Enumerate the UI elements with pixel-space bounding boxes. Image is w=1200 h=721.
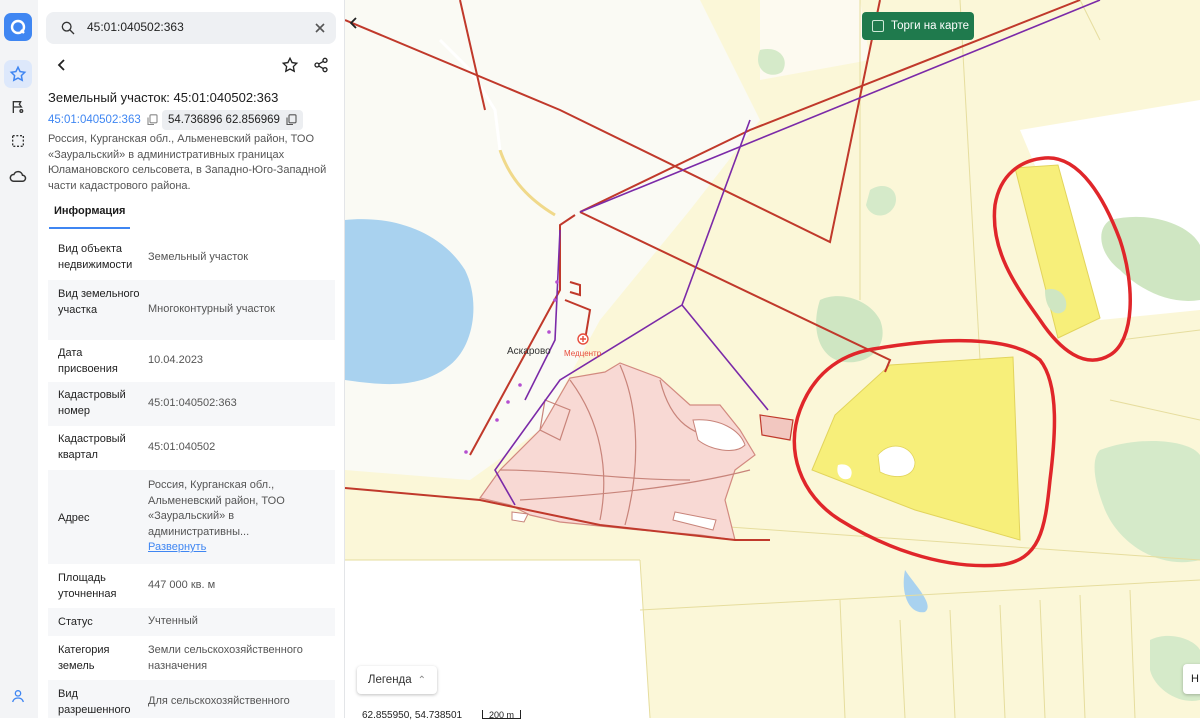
star-icon [281, 56, 299, 73]
collapse-panel-button[interactable] [348, 16, 360, 35]
cadastral-number-link[interactable]: 45:01:040502:363 [48, 110, 158, 130]
flag-icon[interactable] [4, 93, 32, 121]
table-row: Вид разрешенного Для сельскохозяйственно… [48, 680, 335, 718]
row-value: Учтенный [148, 615, 198, 627]
copy-icon[interactable] [147, 114, 158, 126]
town-label: Аскарово [507, 346, 551, 357]
search-icon [60, 20, 76, 41]
cloud-icon[interactable] [4, 162, 32, 190]
search-input[interactable]: 45:01:040502:363 [87, 20, 184, 34]
row-label: Кадастровый номер [58, 389, 126, 417]
table-row: Дата присвоения 10.04.2023 [48, 340, 335, 382]
row-label: Категория земель [58, 644, 110, 672]
map-side-button[interactable]: Н [1183, 664, 1200, 694]
table-row: Площадь уточненная 447 000 кв. м [48, 564, 335, 608]
left-rail [0, 0, 39, 718]
table-row: Категория земель Земли сельскохозяйствен… [48, 636, 335, 680]
page-title: Земельный участок: 45:01:040502:363 [48, 90, 279, 105]
row-value: Для сельскохозяйственного [148, 695, 290, 707]
map-layer[interactable]: Аскарово Медцентр [345, 0, 1200, 718]
chevron-left-icon [349, 17, 357, 29]
chevron-up-icon: ⌃ [417, 674, 427, 686]
map-canvas[interactable]: Аскарово Медцентр [345, 0, 1200, 718]
table-row: Вид земельного участка Многоконтурный уч… [48, 280, 335, 340]
row-value: Земли сельскохозяйственного назначения [148, 644, 303, 672]
checkbox[interactable] [872, 20, 884, 32]
poi-label: Медцентр [564, 349, 602, 358]
favorite-button[interactable] [278, 53, 302, 77]
coordinates-chip[interactable]: 54.736896 62.856969 [162, 110, 303, 130]
row-value: 447 000 кв. м [148, 579, 216, 591]
table-row: Вид объекта недвижимости Земельный участ… [48, 234, 335, 280]
row-value: 10.04.2023 [148, 354, 204, 366]
legend-label[interactable]: Легенда [368, 674, 412, 686]
coordinates-text: 54.736896 62.856969 [168, 114, 280, 126]
row-label: Вид объекта недвижимости [58, 243, 133, 271]
row-label: Вид разрешенного [58, 688, 131, 716]
tab-info[interactable]: Информация [54, 205, 125, 217]
table-row: Статус Учтенный [48, 608, 335, 636]
row-label: Статус [58, 616, 93, 628]
torgi-toggle-button[interactable]: Торги на карте [862, 12, 974, 40]
chevron-left-icon [57, 59, 65, 71]
info-panel: 45:01:040502:363 Земельный участок: 45:0… [38, 0, 345, 718]
active-tab-indicator [49, 227, 130, 229]
table-row: Кадастровый квартал 45:01:040502 [48, 426, 335, 470]
scale-label: 200 m [489, 710, 515, 720]
row-label: Площадь уточненная [58, 572, 117, 600]
row-label: Кадастровый квартал [58, 433, 126, 461]
row-value: Многоконтурный участок [148, 303, 275, 315]
torgi-label[interactable]: Торги на карте [891, 20, 969, 32]
select-area-icon[interactable] [4, 127, 32, 155]
row-value: Земельный участок [148, 251, 249, 263]
table-row: Адрес Россия, Курганская обл., Альменевс… [48, 470, 335, 564]
row-label: Дата присвоения [58, 347, 118, 375]
star-icon[interactable] [4, 60, 32, 88]
legend-button[interactable]: Легенда ⌃ [357, 666, 437, 694]
close-icon[interactable] [314, 21, 326, 39]
table-row: Кадастровый номер 45:01:040502:363 [48, 382, 335, 426]
row-label: Вид земельного участка [58, 288, 140, 316]
coordinates-readout: 62.855950, 54.738501 [362, 710, 463, 721]
row-label: Адрес [58, 512, 90, 524]
row-value: 45:01:040502 [148, 441, 216, 453]
user-icon[interactable] [4, 682, 32, 710]
row-value: Россия, Курганская обл., Альменевский ра… [148, 478, 332, 556]
share-icon [314, 57, 328, 73]
row-value: 45:01:040502:363 [148, 397, 237, 409]
address-value: Россия, Курганская обл., Альменевский ра… [148, 479, 285, 538]
expand-link[interactable]: Развернуть [148, 541, 206, 553]
app-logo-icon[interactable] [4, 13, 32, 41]
map-side-button-label[interactable]: Н [1191, 673, 1199, 685]
share-button[interactable] [309, 53, 333, 77]
field-area [345, 560, 650, 718]
copy-icon[interactable] [286, 114, 297, 126]
cadastral-number-text[interactable]: 45:01:040502:363 [48, 114, 141, 126]
search-bar[interactable]: 45:01:040502:363 [46, 12, 336, 44]
info-table: Вид объекта недвижимости Земельный участ… [48, 234, 335, 718]
back-button[interactable] [50, 53, 74, 77]
object-address: Россия, Курганская обл., Альменевский ра… [48, 133, 327, 192]
